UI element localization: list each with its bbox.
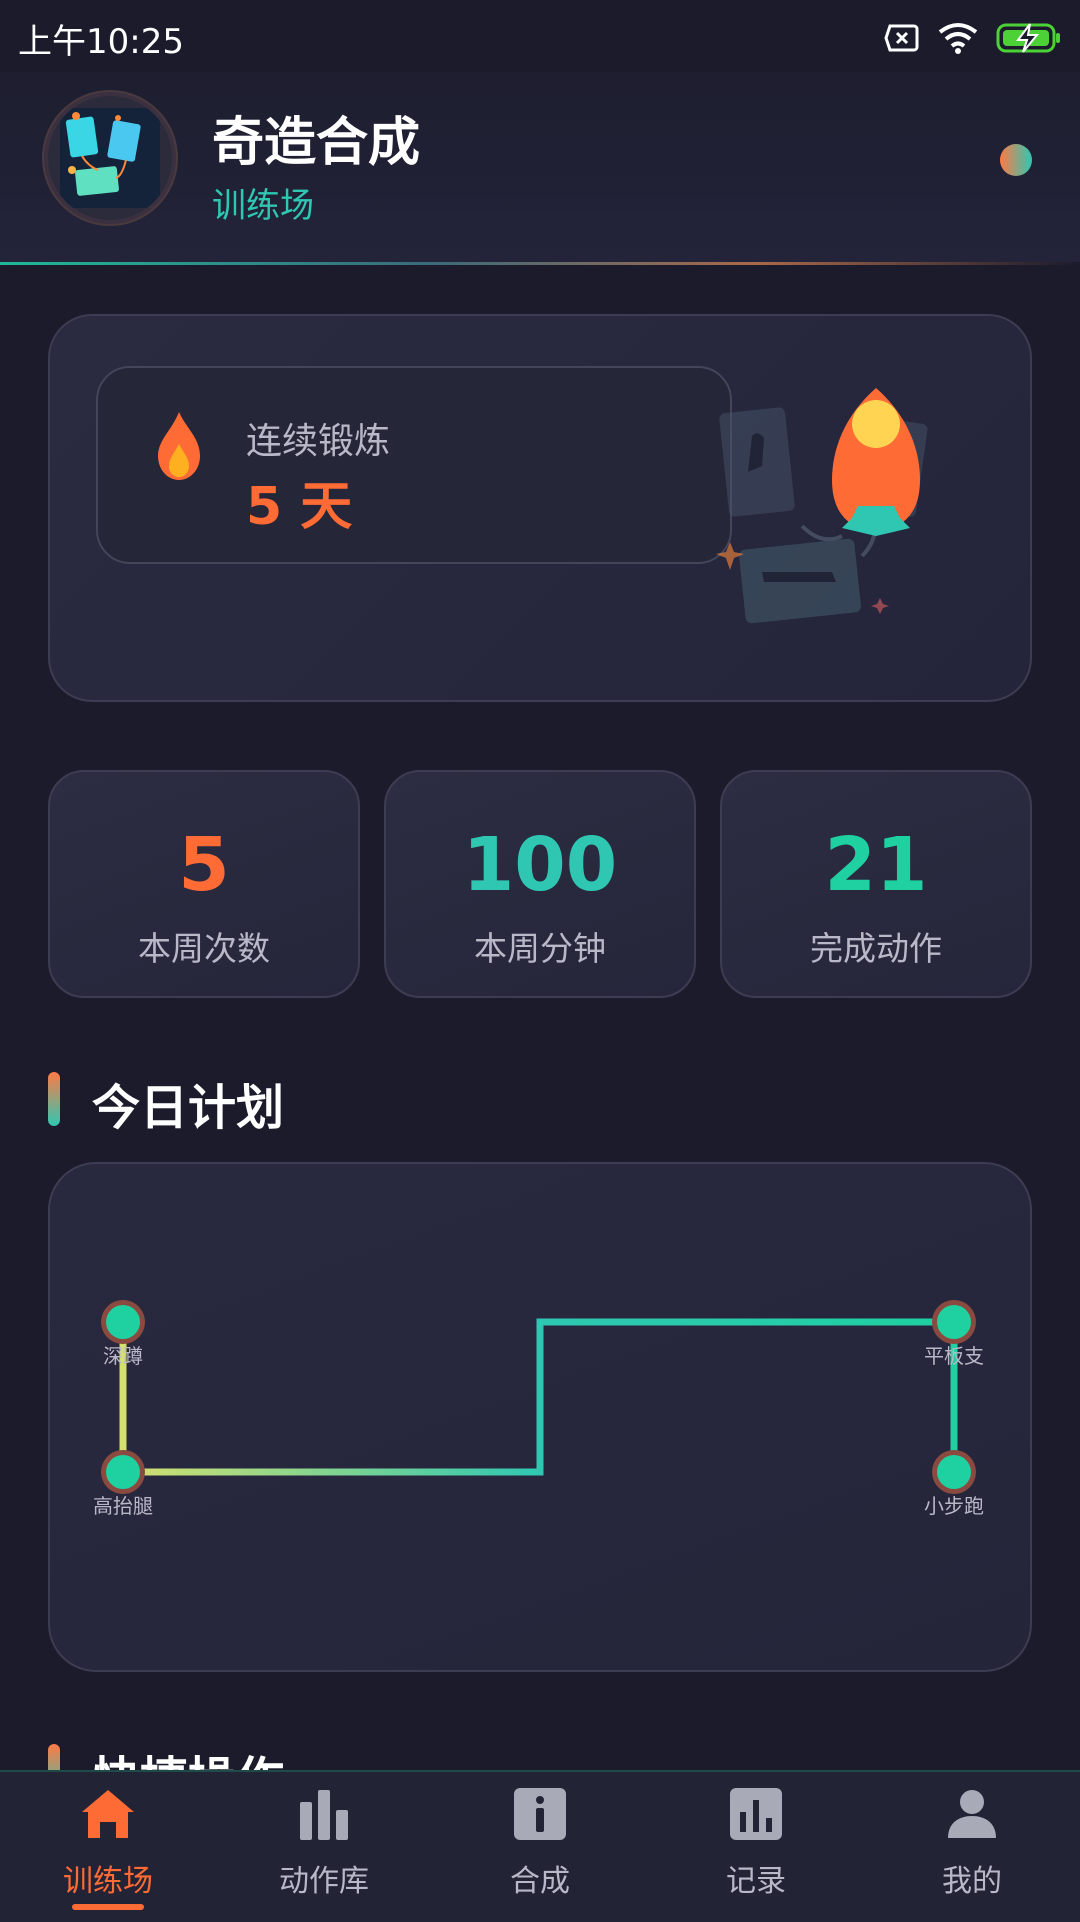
status-bar: 上午10:25 (0, 0, 1080, 72)
streak-label: 连续锻炼 (246, 421, 391, 462)
section-title-today-plan: 今日计划 (92, 1080, 285, 1136)
stat-value: 21 (824, 822, 928, 908)
nav-label: 记录 (726, 1864, 786, 1899)
header-divider (0, 262, 1080, 265)
stat-label: 本周分钟 (474, 929, 606, 968)
nav-label: 合成 (510, 1864, 570, 1899)
stat-card-completed-moves[interactable]: 21 完成动作 (720, 770, 1032, 998)
stat-label: 本周次数 (138, 929, 270, 968)
stats-icon (730, 1788, 782, 1840)
stat-card-weekly-sessions[interactable]: 5 本周次数 (48, 770, 360, 998)
nav-label: 我的 (942, 1864, 1002, 1899)
home-icon (82, 1790, 134, 1838)
stat-value: 5 (178, 822, 230, 908)
nav-item-profile[interactable]: 我的 (864, 1770, 1080, 1920)
plan-node[interactable] (101, 1300, 145, 1344)
nav-item-training[interactable]: 训练场 (0, 1770, 216, 1920)
fire-icon (158, 412, 200, 480)
app-subtitle: 训练场 (212, 186, 314, 226)
nav-label: 动作库 (279, 1864, 369, 1899)
plan-route (101, 1300, 976, 1494)
plan-node[interactable] (101, 1450, 145, 1494)
bar-chart-icon (300, 1790, 348, 1840)
nav-item-records[interactable]: 记录 (648, 1770, 864, 1920)
info-icon (514, 1788, 566, 1840)
plan-node[interactable] (932, 1450, 976, 1494)
battery-charging-icon (996, 23, 1060, 53)
wifi-icon (938, 23, 978, 54)
nav-item-synthesis[interactable]: 合成 (432, 1770, 648, 1920)
nav-item-library[interactable]: 动作库 (216, 1770, 432, 1920)
status-time: 上午10:25 (18, 22, 184, 62)
sim-error-icon (884, 24, 919, 52)
section-accent-bar (48, 1072, 60, 1126)
plan-node[interactable] (932, 1300, 976, 1344)
nav-label: 训练场 (63, 1864, 153, 1899)
app-title: 奇造合成 (212, 113, 421, 173)
plan-node-label: 深蹲 (103, 1344, 143, 1368)
stat-card-weekly-minutes[interactable]: 100 本周分钟 (384, 770, 696, 998)
plan-node-label: 高抬腿 (93, 1494, 153, 1518)
streak-value: 5 天 (246, 477, 353, 537)
rocket-illustration (716, 388, 928, 624)
plan-node-label: 小步跑 (924, 1494, 984, 1518)
stat-value: 100 (462, 822, 618, 908)
status-dot[interactable] (1000, 144, 1032, 176)
stat-label: 完成动作 (810, 929, 942, 968)
user-icon (948, 1790, 996, 1838)
app-logo (48, 96, 172, 220)
plan-node-label: 平板支 (924, 1344, 984, 1368)
active-indicator (72, 1904, 144, 1910)
status-icons (884, 18, 1062, 58)
